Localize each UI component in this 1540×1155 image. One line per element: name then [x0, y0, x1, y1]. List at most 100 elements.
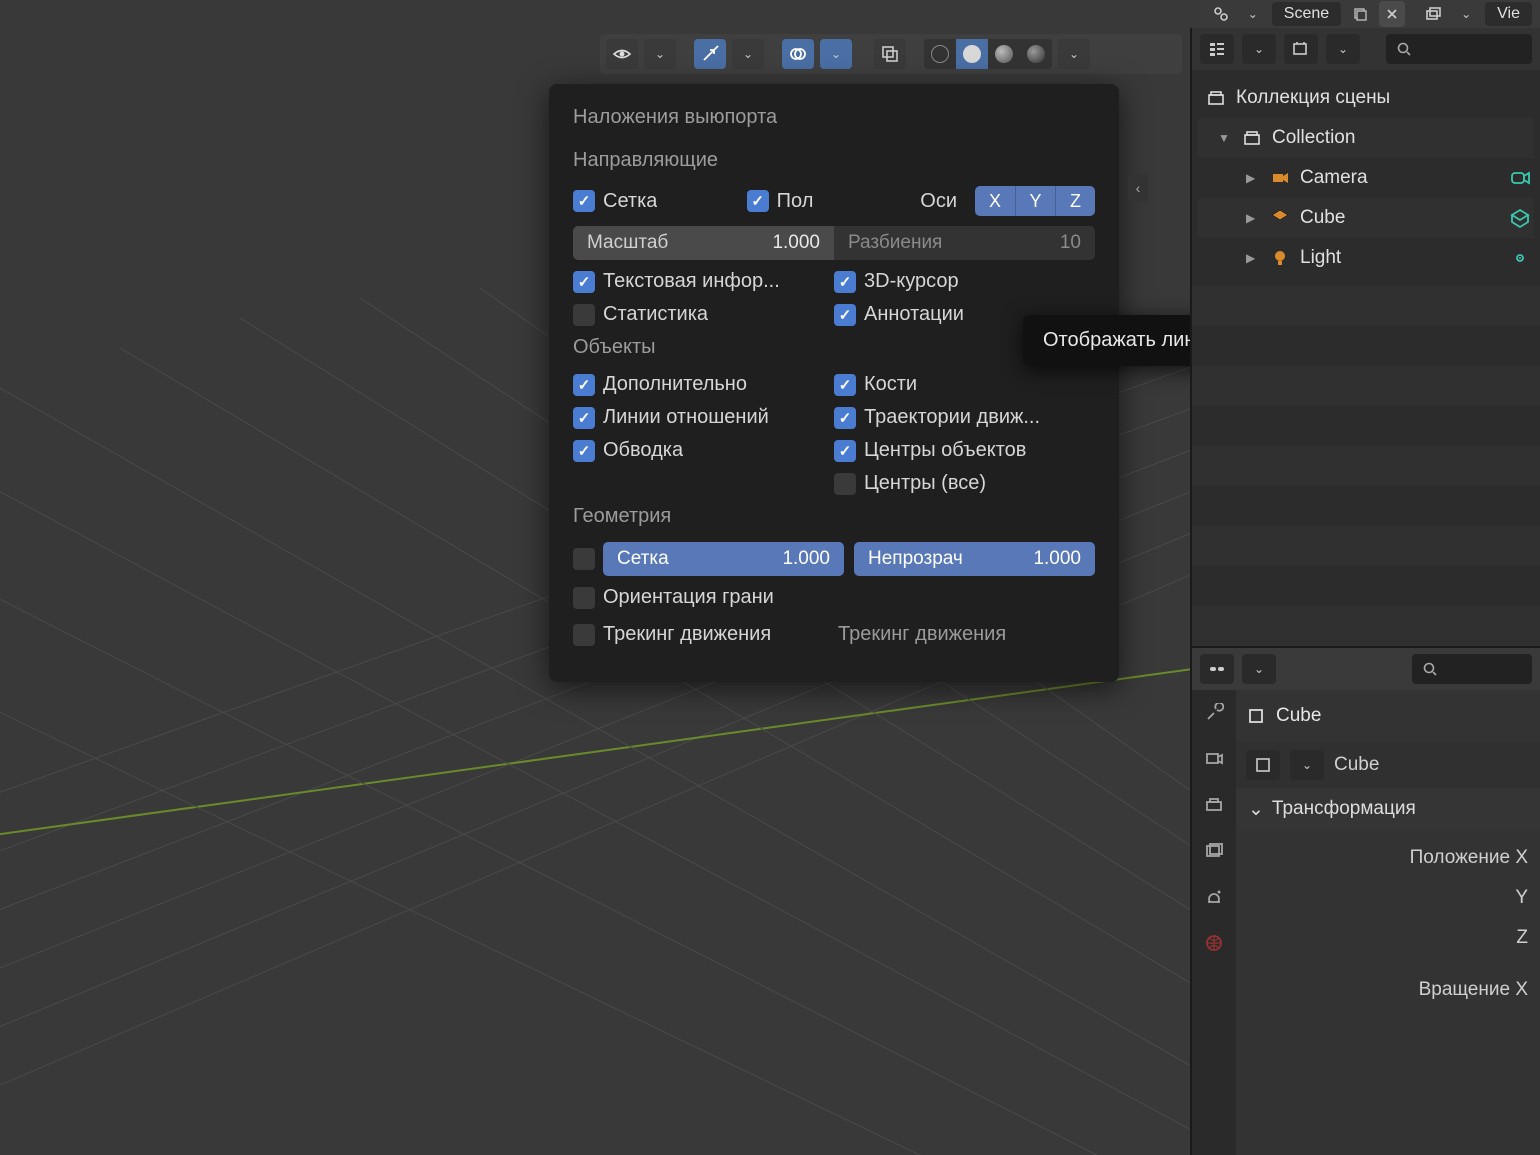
properties-editor-type-button[interactable] — [1200, 654, 1234, 684]
extras-checkbox[interactable] — [573, 374, 595, 396]
shading-rendered-button[interactable] — [1020, 39, 1052, 69]
sidebar-expand-arrow[interactable]: ‹ — [1128, 174, 1148, 202]
object-datablock-dropdown[interactable] — [1290, 750, 1324, 780]
viewlayer-dropdown[interactable] — [1453, 1, 1479, 27]
scene-dropdown[interactable] — [1240, 1, 1266, 27]
shading-dropdown[interactable] — [1058, 39, 1090, 69]
objects-section-label: Объекты — [573, 336, 1095, 359]
tab-tool[interactable] — [1201, 700, 1227, 726]
motion-tracking-checkbox[interactable] — [573, 624, 595, 646]
shading-mode-group — [924, 39, 1052, 69]
outliner-search-input[interactable] — [1386, 34, 1532, 64]
light-data-icon[interactable] — [1506, 244, 1534, 272]
object-visibility-dropdown[interactable] — [644, 39, 676, 69]
properties-header — [1192, 648, 1540, 690]
shading-material-button[interactable] — [988, 39, 1020, 69]
scene-name-field[interactable]: Scene — [1272, 2, 1341, 26]
camera-data-icon[interactable] — [1506, 164, 1534, 192]
text-info-label: Текстовая инфор... — [603, 270, 780, 293]
scene-close-button[interactable] — [1379, 1, 1405, 27]
tab-output[interactable] — [1201, 792, 1227, 818]
origins-checkbox[interactable] — [834, 440, 856, 462]
properties-editor-dropdown[interactable] — [1242, 654, 1276, 684]
outline-checkbox[interactable] — [573, 440, 595, 462]
overlays-toggle[interactable] — [782, 39, 814, 69]
object-visibility-button[interactable] — [606, 39, 638, 69]
viewlayer-browse-button[interactable] — [1421, 1, 1447, 27]
disclosure-triangle[interactable]: ▶ — [1246, 171, 1260, 185]
text-info-checkbox[interactable] — [573, 271, 595, 293]
disclosure-triangle[interactable]: ▼ — [1218, 131, 1232, 145]
transform-panel-header[interactable]: ⌄ Трансформация — [1236, 788, 1540, 830]
guides-section-label: Направляющие — [573, 149, 1095, 172]
scene-browse-button[interactable] — [1208, 1, 1234, 27]
wireframe-checkbox[interactable] — [573, 548, 595, 570]
outliner-mode-dropdown[interactable] — [1242, 34, 1276, 64]
tree-row-scene-collection[interactable]: Коллекция сцены — [1198, 78, 1534, 118]
properties-breadcrumb: Cube — [1236, 690, 1540, 742]
tab-world[interactable] — [1201, 930, 1227, 956]
scene-new-button[interactable] — [1347, 1, 1373, 27]
face-orient-checkbox[interactable] — [573, 587, 595, 609]
grid-checkbox[interactable] — [573, 190, 595, 212]
properties-search-input[interactable] — [1412, 654, 1532, 684]
search-icon — [1396, 41, 1412, 57]
shading-wireframe-button[interactable] — [924, 39, 956, 69]
tab-scene[interactable] — [1201, 884, 1227, 910]
outliner-editor-type-button[interactable] — [1200, 34, 1234, 64]
outliner-empty-rows — [1192, 286, 1540, 646]
bones-checkbox[interactable] — [834, 374, 856, 396]
properties-sub-breadcrumb: Cube — [1236, 742, 1540, 788]
origins-all-checkbox[interactable] — [834, 473, 856, 495]
right-pane: Коллекция сцены ▼ Collection ▶ Camera — [1190, 28, 1540, 1155]
position-z-label: Z — [1516, 927, 1528, 949]
cursor3d-checkbox[interactable] — [834, 271, 856, 293]
opacity-field[interactable]: Непрозрач 1.000 — [854, 542, 1095, 576]
wireframe-field[interactable]: Сетка 1.000 — [603, 542, 844, 576]
disclosure-triangle[interactable]: ▶ — [1246, 211, 1260, 225]
collection-icon — [1240, 126, 1264, 150]
viewlayer-name-field[interactable]: Vie — [1485, 2, 1532, 26]
tab-render[interactable] — [1201, 746, 1227, 772]
cursor3d-label: 3D-курсор — [864, 270, 959, 293]
stats-checkbox[interactable] — [573, 304, 595, 326]
object-datablock-button[interactable] — [1246, 750, 1280, 780]
camera-icon — [1268, 166, 1292, 190]
relations-checkbox[interactable] — [573, 407, 595, 429]
subdivisions-field[interactable]: Разбиения 10 — [834, 226, 1095, 260]
mesh-data-icon[interactable] — [1506, 204, 1534, 232]
axes-button-group: X Y Z — [975, 186, 1095, 216]
viewport-header — [600, 34, 1182, 74]
axis-y-button[interactable]: Y — [1015, 186, 1055, 216]
geometry-section-label: Геометрия — [573, 505, 1095, 528]
axis-x-button[interactable]: X — [975, 186, 1015, 216]
tab-viewlayer[interactable] — [1201, 838, 1227, 864]
tree-row-collection[interactable]: ▼ Collection — [1198, 118, 1534, 158]
rotation-x-label: Вращение X — [1419, 979, 1528, 1001]
shading-solid-button[interactable] — [956, 39, 988, 69]
scale-field[interactable]: Масштаб 1.000 — [573, 226, 834, 260]
floor-label: Пол — [777, 190, 814, 213]
properties-body: Cube Cube ⌄ Трансформация Положение X Y — [1236, 690, 1540, 1155]
outliner-display-dropdown[interactable] — [1326, 34, 1360, 64]
collection-icon — [1204, 86, 1228, 110]
object-icon — [1246, 706, 1266, 726]
tree-row-light[interactable]: ▶ Light — [1198, 238, 1534, 278]
outliner-display-button[interactable] — [1284, 34, 1318, 64]
outliner-panel: Коллекция сцены ▼ Collection ▶ Camera — [1192, 28, 1540, 648]
disclosure-triangle[interactable]: ▶ — [1246, 251, 1260, 265]
tree-row-camera[interactable]: ▶ Camera — [1198, 158, 1534, 198]
tree-row-cube[interactable]: ▶ Cube — [1198, 198, 1534, 238]
motion-paths-checkbox[interactable] — [834, 407, 856, 429]
gizmos-toggle[interactable] — [694, 39, 726, 69]
outliner-header — [1192, 28, 1540, 70]
light-icon — [1268, 246, 1292, 270]
axis-z-button[interactable]: Z — [1055, 186, 1095, 216]
gizmos-dropdown[interactable] — [732, 39, 764, 69]
floor-checkbox[interactable] — [747, 190, 769, 212]
annotations-checkbox[interactable] — [834, 304, 856, 326]
xray-toggle[interactable] — [874, 39, 906, 69]
outliner-tree: Коллекция сцены ▼ Collection ▶ Camera — [1192, 70, 1540, 286]
overlays-dropdown[interactable] — [820, 39, 852, 69]
position-x-label: Положение X — [1410, 847, 1528, 869]
